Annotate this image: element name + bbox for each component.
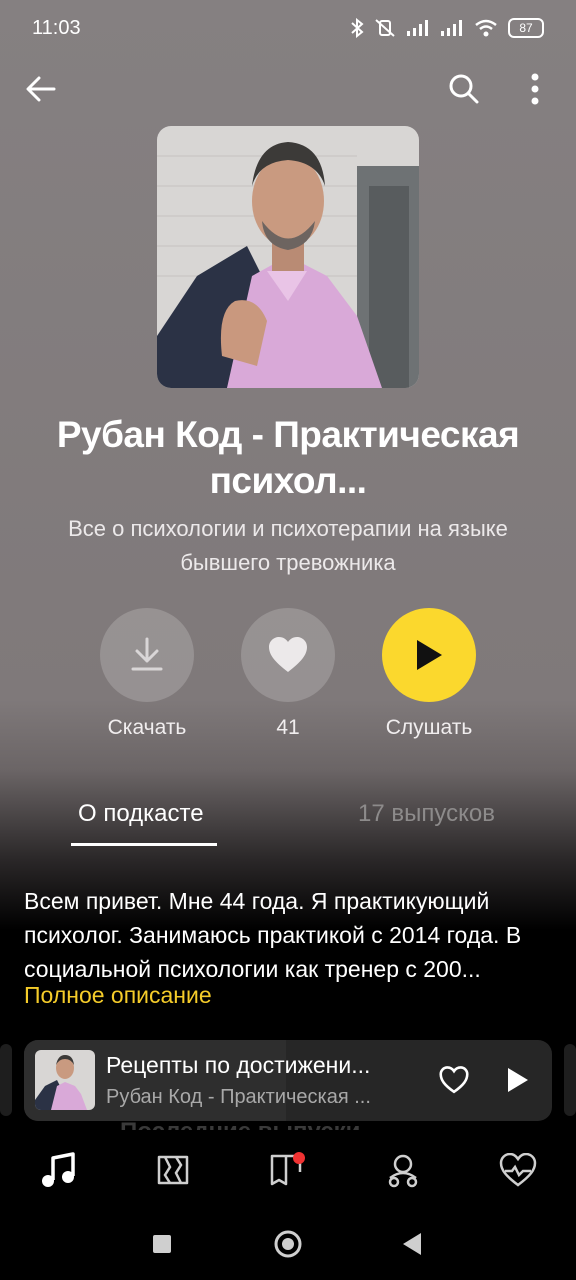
recents-button[interactable] — [138, 1220, 186, 1268]
episode-podcast-name: Рубан Код - Практическая ... — [106, 1086, 371, 1108]
like-action[interactable]: 41 — [218, 608, 358, 740]
home-button[interactable] — [264, 1220, 312, 1268]
podcast-cover-photo — [157, 126, 419, 388]
more-vert-icon — [531, 73, 539, 105]
more-button[interactable] — [511, 65, 559, 113]
nav-book[interactable] — [260, 1148, 316, 1192]
download-button[interactable] — [100, 608, 194, 702]
back-system-button[interactable] — [388, 1220, 436, 1268]
podcast-subtitle: Все о психологии и психотерапии на языке… — [68, 516, 508, 575]
miniplayer-next-edge — [564, 1044, 576, 1116]
nav-map[interactable] — [145, 1148, 201, 1192]
signal-icon-2 — [441, 20, 462, 36]
listen-label: Слушать — [385, 716, 473, 739]
miniplayer-play-button[interactable] — [494, 1056, 542, 1104]
nav-favorites[interactable] — [490, 1148, 546, 1192]
nav-kids[interactable] — [375, 1148, 431, 1192]
battery-indicator: 87 — [508, 18, 544, 38]
podcast-cover — [157, 126, 419, 388]
heart-outline-icon — [439, 1066, 469, 1094]
circle-icon — [274, 1230, 302, 1258]
signal-icon — [407, 20, 428, 36]
episode-thumbnail-photo — [35, 1050, 95, 1110]
arrow-left-icon — [26, 76, 56, 102]
vibrate-off-icon — [375, 19, 395, 37]
map-icon — [157, 1155, 189, 1185]
square-icon — [153, 1235, 171, 1253]
back-button[interactable] — [17, 65, 65, 113]
nav-music[interactable] — [30, 1148, 86, 1192]
podcast-description: Всем привет. Мне 44 года. Я практикующий… — [24, 888, 522, 982]
bottom-navigation — [0, 1130, 576, 1210]
top-bar — [0, 60, 576, 120]
status-bar: 11:03 87 — [0, 0, 576, 56]
download-action[interactable]: Скачать — [77, 608, 217, 740]
download-icon — [131, 637, 163, 671]
episode-thumbnail — [35, 1050, 95, 1110]
full-description-link[interactable]: Полное описание — [24, 982, 212, 1009]
heart-icon — [269, 637, 307, 672]
likes-count: 41 — [276, 716, 300, 739]
tab-active-indicator — [71, 843, 217, 846]
search-button[interactable] — [440, 65, 488, 113]
episode-title: Рецепты по достижени... — [106, 1052, 371, 1078]
status-time: 11:03 — [32, 16, 81, 39]
kids-icon — [388, 1154, 418, 1188]
miniplayer-prev-edge — [0, 1044, 12, 1116]
wifi-icon — [475, 19, 497, 37]
tab-about[interactable]: О подкасте — [78, 800, 204, 828]
status-icons: 87 — [350, 18, 544, 38]
music-note-icon — [42, 1152, 75, 1187]
like-button[interactable] — [241, 608, 335, 702]
bluetooth-icon — [351, 18, 364, 38]
tab-episodes[interactable]: 17 выпусков — [358, 800, 495, 828]
play-icon — [417, 640, 442, 670]
download-label: Скачать — [107, 716, 187, 739]
triangle-back-icon — [403, 1233, 421, 1255]
mini-player[interactable]: Рецепты по достижени... Рубан Код - Прак… — [24, 1040, 552, 1121]
heart-wave-icon — [499, 1153, 537, 1187]
miniplayer-like-button[interactable] — [430, 1056, 478, 1104]
podcast-title: Рубан Код - Практическая психол... — [56, 414, 520, 501]
system-navigation — [0, 1210, 576, 1280]
search-icon — [449, 74, 479, 104]
listen-action[interactable]: Слушать — [359, 608, 499, 740]
play-icon — [508, 1068, 528, 1092]
play-button[interactable] — [382, 608, 476, 702]
book-icon — [270, 1152, 305, 1186]
